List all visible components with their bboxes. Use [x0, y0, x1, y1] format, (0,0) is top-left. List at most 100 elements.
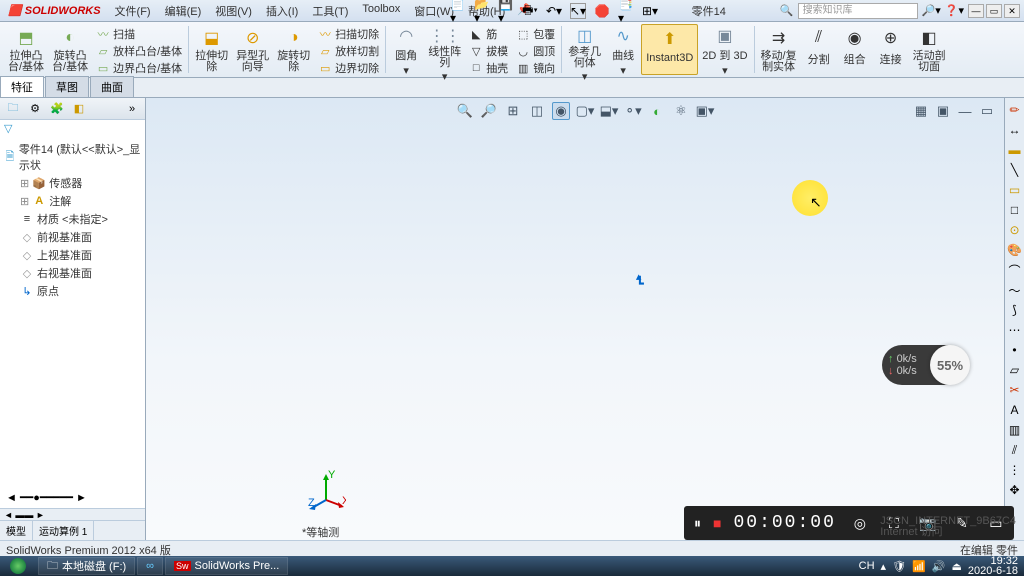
tree-sensors[interactable]: ⊞📦传感器	[2, 174, 143, 192]
tree-right-plane[interactable]: ◇右视基准面	[2, 264, 143, 282]
apply-scene-icon[interactable]: ◐	[648, 102, 666, 120]
loft-cut-button[interactable]: ▱放样切割	[316, 43, 381, 59]
rt-line-icon[interactable]: ╲	[1007, 162, 1023, 178]
tree-tab-icon[interactable]: 🗀	[4, 100, 22, 118]
tray-shield-icon[interactable]: 🛡	[892, 560, 906, 573]
pause-button[interactable]: ⏸	[694, 511, 701, 535]
edit-appearance-icon[interactable]: ⚬▾	[624, 102, 642, 120]
draft-button[interactable]: ▽拔模	[467, 43, 510, 59]
webcam-icon[interactable]: ◎	[848, 511, 872, 535]
rt-text-icon[interactable]: A	[1007, 402, 1023, 418]
lang-indicator[interactable]: CH	[859, 560, 875, 572]
section-view-icon[interactable]: ◫	[528, 102, 546, 120]
sweep-button[interactable]: 〰扫描	[94, 26, 184, 42]
zoom-area-icon[interactable]: 🔎	[480, 102, 498, 120]
shell-button[interactable]: □抽壳	[467, 60, 510, 76]
more-tab-icon[interactable]: »	[123, 100, 141, 118]
tab-sketch[interactable]: 草图	[45, 76, 89, 97]
2d-to-3d-button[interactable]: ▣2D 到 3D▾	[698, 24, 751, 75]
rt-arc-icon[interactable]: ⌒	[1007, 262, 1023, 278]
rt-mirror-sk-icon[interactable]: ▥	[1007, 422, 1023, 438]
task-app2[interactable]: ∞	[137, 557, 163, 575]
rt-paint-icon[interactable]: 🎨	[1007, 242, 1023, 258]
hole-wizard-button[interactable]: ⊘异型孔 向导	[232, 24, 273, 75]
rt-box-icon[interactable]: □	[1007, 202, 1023, 218]
rt-point-icon[interactable]: •	[1007, 342, 1023, 358]
hide-show-icon[interactable]: ⬓▾	[600, 102, 618, 120]
rt-circle-icon[interactable]: ⊙	[1007, 222, 1023, 238]
start-button[interactable]	[0, 556, 36, 576]
fillet-button[interactable]: ◠圆角▾	[388, 24, 424, 75]
config-tab-icon[interactable]: ⚙	[26, 100, 44, 118]
instant3d-button[interactable]: ⬆Instant3D	[641, 24, 698, 75]
task-solidworks[interactable]: SwSolidWorks Pre...	[165, 557, 288, 575]
section-button[interactable]: ◧活动剖 切面	[909, 24, 950, 75]
new-doc-icon[interactable]: 📄▾	[450, 3, 466, 19]
tab-motion-study[interactable]: 运动算例 1	[33, 521, 94, 540]
tab-feature[interactable]: 特征	[0, 76, 44, 97]
graphics-viewport[interactable]: 🔍 🔎 ⊞ ◫ ◉ ▢▾ ⬓▾ ⚬▾ ◐ ⚛ ▣▾ ▦ ▣ — ▭ ✕ ↖ ┗▴…	[146, 98, 1024, 540]
view-settings-icon[interactable]: ⚛	[672, 102, 690, 120]
options-icon[interactable]: 📑▾	[618, 3, 634, 19]
settings-icon[interactable]: ⊞▾	[642, 3, 658, 19]
rt-fillet-sk-icon[interactable]: ⟆	[1007, 302, 1023, 318]
undo-icon[interactable]: ↶▾	[546, 3, 562, 19]
property-tab-icon[interactable]: 🧩	[48, 100, 66, 118]
rebuild-icon[interactable]: 🛑	[594, 3, 610, 19]
rt-bar-icon[interactable]: ▬	[1007, 142, 1023, 158]
zoom-slider[interactable]: ◄ ━━●━━━━━ ►	[6, 490, 146, 504]
rt-sketch-icon[interactable]: ✏	[1007, 102, 1023, 118]
rt-spline-icon[interactable]: 〜	[1007, 282, 1023, 298]
tray-volume-icon[interactable]: 🔊	[932, 560, 946, 573]
rt-trim-icon[interactable]: ✂	[1007, 382, 1023, 398]
tab-model[interactable]: 模型	[0, 521, 33, 540]
extrude-boss-button[interactable]: ⬒拉伸凸 台/基体	[4, 24, 48, 75]
tree-origin[interactable]: ↳原点	[2, 282, 143, 300]
combine-button[interactable]: ◉组合	[837, 24, 873, 75]
zoom-fit-icon[interactable]: 🔍	[456, 102, 474, 120]
move-copy-button[interactable]: ⇉移动/复 制实体	[757, 24, 801, 75]
extrude-cut-button[interactable]: ⬓拉伸切 除	[191, 24, 232, 75]
rt-smart-dim-icon[interactable]: ↔	[1007, 122, 1023, 138]
revolve-boss-button[interactable]: ◐旋转凸 台/基体	[48, 24, 92, 75]
rt-move-sk-icon[interactable]: ✥	[1007, 482, 1023, 498]
display-tab-icon[interactable]: ◧	[70, 100, 88, 118]
rib-button[interactable]: ◣筋	[467, 26, 510, 42]
tab-surface[interactable]: 曲面	[90, 76, 134, 97]
rt-rect-icon[interactable]: ▭	[1007, 182, 1023, 198]
panel-scrollbar[interactable]: ◄ ▬▬ ►	[0, 508, 145, 520]
prev-view-icon[interactable]: ⊞	[504, 102, 522, 120]
tray-network-icon[interactable]: 📶	[912, 560, 926, 573]
mirror-button[interactable]: ▥镜向	[514, 60, 557, 76]
sweep-cut-button[interactable]: 〰扫描切除	[316, 26, 381, 42]
rt-pattern-sk-icon[interactable]: ⋮	[1007, 462, 1023, 478]
tree-filter[interactable]: ▽	[0, 120, 145, 138]
loft-button[interactable]: ▱放样凸台/基体	[94, 43, 184, 59]
dome-button[interactable]: ◡圆顶	[514, 43, 557, 59]
view-orient-icon[interactable]: ◉	[552, 102, 570, 120]
print-icon[interactable]: 🖶▾	[522, 3, 538, 19]
curves-button[interactable]: ∿曲线▾	[605, 24, 641, 75]
wrap-button[interactable]: ⬚包覆	[514, 26, 557, 42]
vp-max-icon[interactable]: ▭	[978, 102, 996, 120]
vp-tile-icon[interactable]: ▦	[912, 102, 930, 120]
select-icon[interactable]: ↖▾	[570, 3, 586, 19]
render-icon[interactable]: ▣▾	[696, 102, 714, 120]
rt-plane-icon[interactable]: ▱	[1007, 362, 1023, 378]
save-icon[interactable]: 💾▾	[498, 3, 514, 19]
boundary-button[interactable]: ▭边界凸台/基体	[94, 60, 184, 76]
split-button[interactable]: ⫽分割	[801, 24, 837, 75]
tree-annotations[interactable]: ⊞A注解	[2, 192, 143, 210]
tree-root[interactable]: 🗎零件14 (默认<<默认>_显示状	[2, 140, 143, 174]
open-doc-icon[interactable]: 📂▾	[474, 3, 490, 19]
ref-geometry-button[interactable]: ◫参考几 何体▾	[564, 24, 605, 75]
taskbar-clock[interactable]: 19:32 2020-6-18	[968, 556, 1018, 576]
tree-material[interactable]: ≡材质 <未指定>	[2, 210, 143, 228]
network-speed-widget[interactable]: ↑ 0k/s↓ 0k/s 55%	[882, 345, 964, 385]
display-style-icon[interactable]: ▢▾	[576, 102, 594, 120]
linear-pattern-button[interactable]: ⋮⋮线性阵 列▾	[424, 24, 465, 75]
tree-top-plane[interactable]: ◇上视基准面	[2, 246, 143, 264]
tray-safe-icon[interactable]: ⏏	[951, 560, 961, 573]
vp-cascade-icon[interactable]: ▣	[934, 102, 952, 120]
tray-chevron-icon[interactable]: ▴	[881, 560, 887, 573]
